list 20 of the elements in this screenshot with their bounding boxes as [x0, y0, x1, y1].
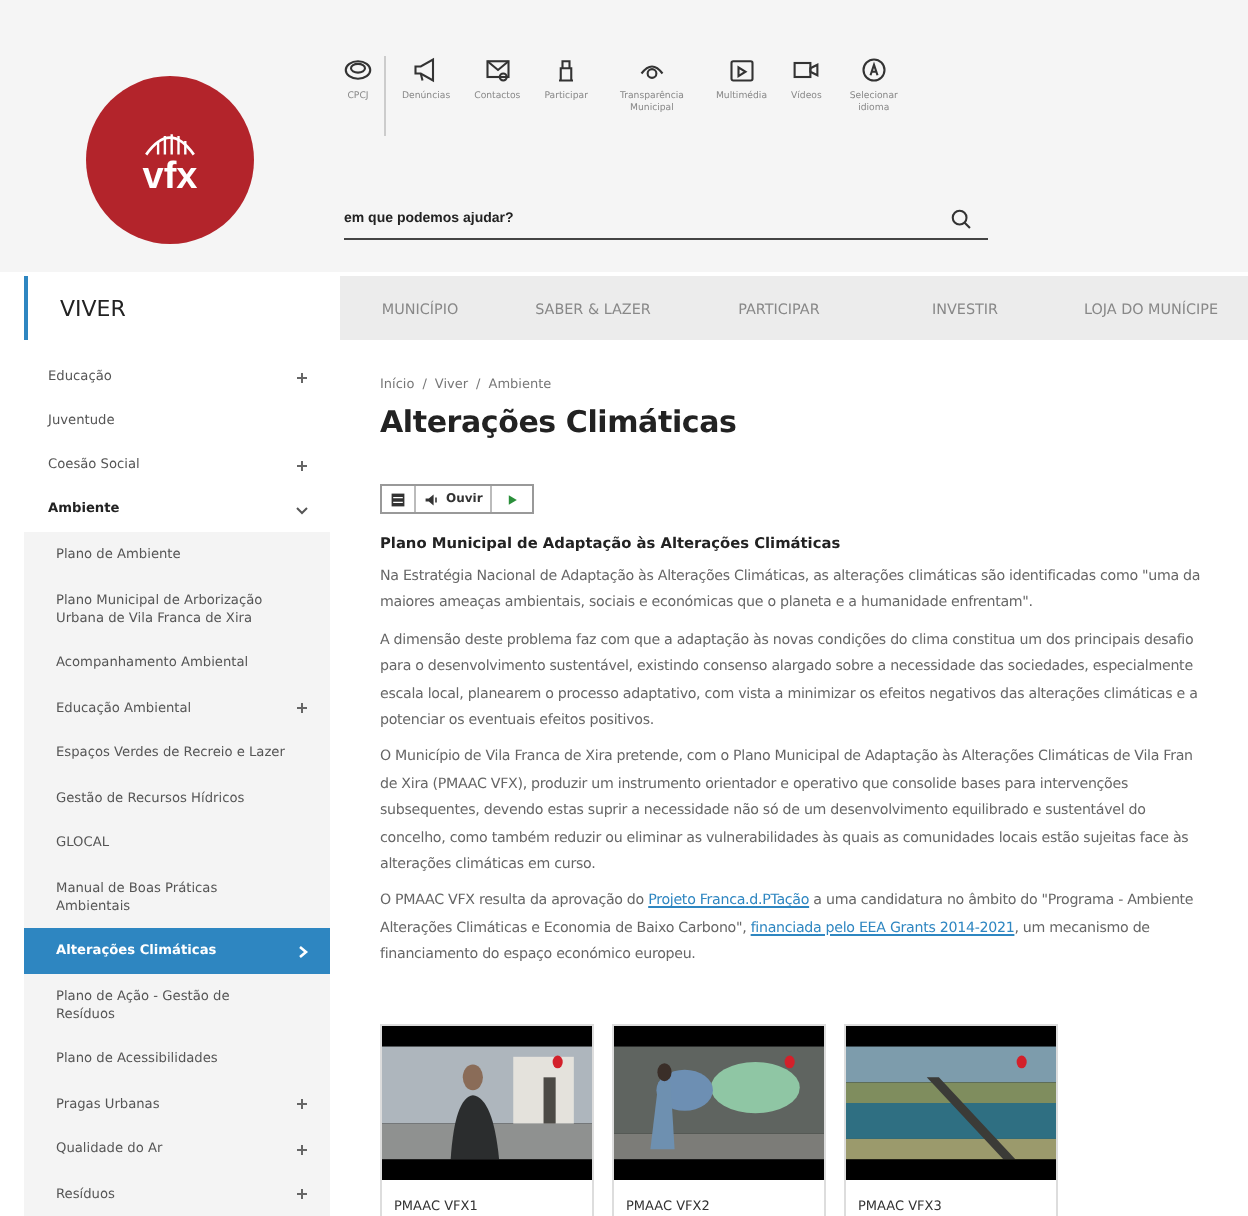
play-icon: [727, 56, 756, 84]
plus-icon: [294, 1186, 310, 1202]
badge-icon: [344, 56, 372, 84]
page-title: Alterações Climáticas: [380, 404, 739, 440]
plus-icon: [294, 369, 310, 385]
plus-icon: [294, 457, 310, 473]
menu-icon: [390, 491, 406, 507]
logo-text: vfx: [142, 157, 198, 197]
play-icon: [504, 491, 521, 507]
chevron-down-icon: [294, 501, 310, 517]
plus-icon: [294, 1096, 310, 1112]
chevron-right-icon: [294, 943, 310, 959]
language-icon: [859, 56, 888, 84]
plus-icon: [294, 1141, 310, 1157]
video-camera-icon: [792, 56, 821, 84]
envelope-icon: [483, 56, 512, 84]
speaker-icon: [424, 491, 440, 507]
search-icon[interactable]: [950, 208, 972, 230]
logo-badge[interactable]: vfx: [86, 76, 254, 244]
plus-icon: [294, 700, 310, 716]
